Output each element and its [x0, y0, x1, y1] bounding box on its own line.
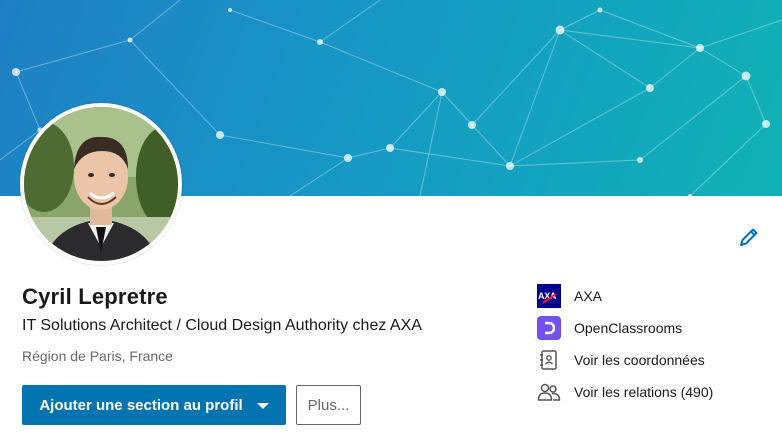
contact-info-label: Voir les coordonnées — [574, 352, 705, 368]
contact-card-icon — [537, 348, 561, 372]
people-icon — [537, 380, 561, 404]
openclassrooms-logo — [537, 316, 561, 340]
profile-sidebar-links: AXA AXA OpenClassrooms Voir les coordonn… — [537, 284, 767, 412]
caret-down-icon — [256, 403, 269, 409]
connections-link[interactable]: Voir les relations (490) — [537, 380, 767, 404]
add-profile-section-label: Ajouter une section au profil — [39, 396, 243, 414]
profile-top-card: Cyril Lepretre IT Solutions Architect / … — [0, 0, 782, 446]
company-label: AXA — [574, 288, 603, 304]
axa-logo: AXA — [537, 284, 561, 308]
connections-label: Voir les relations (490) — [574, 384, 714, 400]
contact-info-link[interactable]: Voir les coordonnées — [537, 348, 767, 372]
edit-profile-button[interactable] — [736, 224, 762, 250]
profile-photo-image — [24, 107, 178, 261]
more-button[interactable]: Plus... — [296, 385, 361, 425]
profile-headline: IT Solutions Architect / Cloud Design Au… — [22, 317, 422, 334]
education-openclassrooms[interactable]: OpenClassrooms — [537, 316, 767, 340]
profile-name: Cyril Lepretre — [22, 284, 168, 309]
more-button-label: Plus... — [307, 396, 350, 414]
school-label: OpenClassrooms — [574, 320, 683, 336]
profile-photo[interactable] — [20, 103, 182, 265]
add-profile-section-button[interactable]: Ajouter une section au profil — [22, 385, 286, 425]
current-company-axa[interactable]: AXA AXA — [537, 284, 767, 308]
profile-location: Région de Paris, France — [22, 348, 173, 364]
pencil-icon — [740, 228, 758, 246]
